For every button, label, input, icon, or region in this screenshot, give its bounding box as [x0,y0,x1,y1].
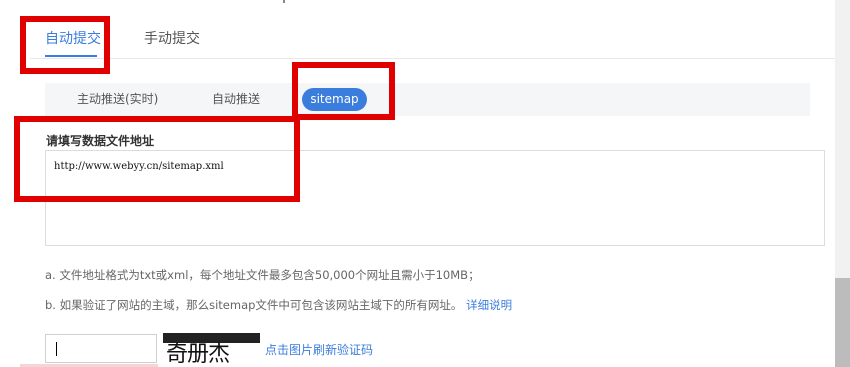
captcha-refresh-link[interactable]: 点击图片刷新验证码 [265,341,373,358]
tab-divider [30,58,835,59]
highlight-box-sitemap-tab [292,62,395,120]
text-caret [56,342,57,356]
scrollbar-thumb[interactable] [835,278,850,367]
note-domain-text: b. 如果验证了网站的主域，那么sitemap文件中可包含该网站主域下的所有网址… [45,298,463,312]
subtab-auto-push[interactable]: 自动推送 [212,91,260,108]
top-edge-mark [283,0,285,3]
subtab-bar [45,83,810,116]
tab-manual-submit[interactable]: 手动提交 [144,30,200,48]
details-link[interactable]: 详细说明 [466,298,512,312]
captcha-image[interactable]: 奇册杰 [163,333,260,367]
highlight-box-auto-tab [20,16,110,74]
note-format: a. 文件地址格式为txt或xml，每个地址文件最多包含50,000个网址且需小… [45,268,480,282]
captcha-input[interactable] [45,334,157,363]
highlight-box-url-field [14,116,300,202]
note-domain: b. 如果验证了网站的主域，那么sitemap文件中可包含该网站主域下的所有网址… [45,297,512,313]
captcha-image-text: 奇册杰 [166,342,230,367]
subtab-active-push[interactable]: 主动推送(实时) [77,91,158,108]
